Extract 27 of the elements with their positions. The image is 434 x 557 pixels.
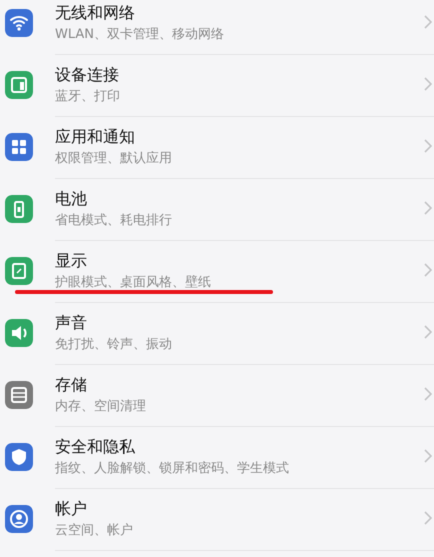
- settings-title[interactable]: 声音: [55, 312, 434, 332]
- settings-subtitle: 蓝牙、打印: [55, 88, 121, 104]
- settings-subtitle: 内存、空间清理: [55, 398, 147, 414]
- chevron-icon: [424, 138, 432, 152]
- chevron-icon: [424, 200, 432, 214]
- settings-subtitle: 免打扰、铃声、振动: [55, 336, 173, 352]
- chevron-icon: [424, 262, 432, 276]
- settings-title[interactable]: 应用和通知: [55, 126, 434, 146]
- settings-subtitle: WLAN、双卡管理、移动网络: [55, 26, 226, 42]
- settings-subtitle: 省电模式、耗电排行: [55, 212, 173, 228]
- settings-title[interactable]: 帐户: [55, 498, 434, 518]
- settings-title[interactable]: 存储: [55, 374, 434, 394]
- settings-subtitle: 指纹、人脸解锁、锁屏和密码、学生模式: [55, 460, 290, 476]
- chevron-icon: [424, 76, 432, 90]
- settings-title[interactable]: 安全和隐私: [55, 436, 434, 456]
- chevron-icon: [424, 510, 432, 524]
- settings-title[interactable]: 无线和网络: [55, 2, 434, 22]
- settings-subtitle: 护眼模式、桌面风格、壁纸: [55, 274, 212, 290]
- settings-title[interactable]: 设备连接: [55, 64, 434, 84]
- chevron-icon: [424, 386, 432, 400]
- chevron-icon: [424, 448, 432, 462]
- settings-title[interactable]: 显示: [55, 250, 434, 270]
- settings-title[interactable]: 电池: [55, 188, 434, 208]
- settings-subtitle: 权限管理、默认应用: [55, 150, 173, 166]
- chevron-icon: [424, 14, 432, 28]
- settings-subtitle: 云空间、帐户: [55, 522, 134, 538]
- chevron-icon: [424, 324, 432, 338]
